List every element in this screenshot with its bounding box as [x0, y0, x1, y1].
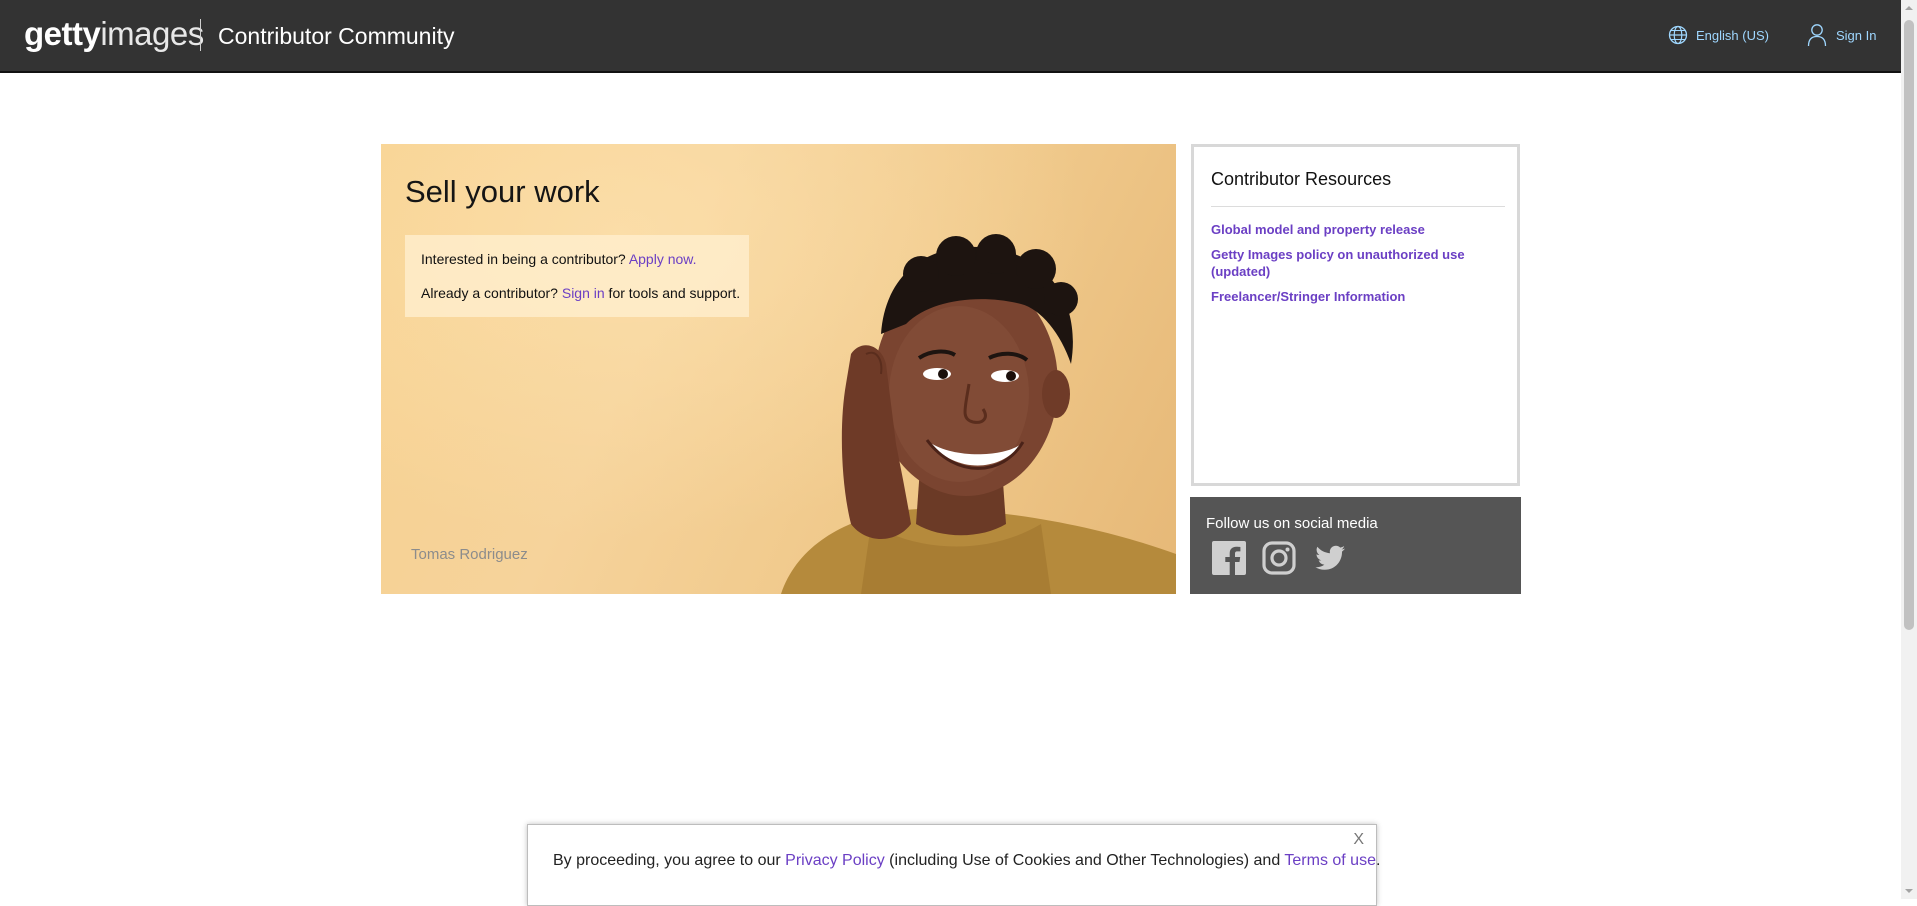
hero-title: Sell your work [405, 174, 600, 209]
resource-link-freelancer-info[interactable]: Freelancer/Stringer Information [1211, 288, 1481, 305]
apply-now-link[interactable]: Apply now. [629, 251, 697, 267]
page-scrollbar[interactable] [1901, 0, 1917, 899]
social-media-panel: Follow us on social media [1190, 497, 1521, 594]
scroll-down-arrow-icon[interactable] [1901, 883, 1917, 899]
resource-link-model-release[interactable]: Global model and property release [1211, 221, 1481, 238]
hero-info-box: Interested in being a contributor? Apply… [405, 235, 749, 317]
cookie-consent-banner: X By proceeding, you agree to our Privac… [527, 824, 1380, 906]
terms-of-use-link[interactable]: Terms of use [1284, 852, 1376, 869]
cookie-text-after: . [1375, 852, 1381, 869]
header-sign-in-button[interactable]: Sign In [1807, 22, 1876, 48]
instagram-icon[interactable] [1262, 541, 1296, 575]
facebook-icon[interactable] [1212, 541, 1246, 575]
resource-link-unauthorized-use[interactable]: Getty Images policy on unauthorized use … [1211, 246, 1481, 280]
resources-divider [1211, 206, 1505, 207]
hero-sign-in-link[interactable]: Sign in [562, 285, 605, 301]
community-title[interactable]: Contributor Community [218, 19, 454, 53]
logo-getty-text: getty [24, 15, 101, 52]
scroll-up-arrow-icon[interactable] [1901, 0, 1917, 16]
top-navigation-bar: getty images Contributor Community Englis… [0, 0, 1901, 73]
resources-title: Contributor Resources [1211, 169, 1392, 189]
globe-icon [1668, 25, 1688, 45]
header-sign-in-label: Sign In [1836, 27, 1877, 43]
contributor-resources-panel: Contributor Resources Global model and p… [1191, 144, 1520, 486]
cookie-text-middle: (including Use of Cookies and Other Tech… [884, 852, 1285, 869]
privacy-policy-link[interactable]: Privacy Policy [785, 852, 885, 869]
signin-line: Already a contributor? Sign in for tools… [421, 285, 740, 301]
user-icon [1807, 24, 1827, 47]
signin-prompt-text: Already a contributor? [421, 285, 562, 301]
hero-banner: Sell your work Interested in being a con… [381, 144, 1176, 594]
apply-prompt-text: Interested in being a contributor? [421, 251, 629, 267]
language-label: English (US) [1696, 27, 1769, 43]
scrollbar-thumb[interactable] [1904, 20, 1914, 630]
close-cookie-banner-button[interactable]: X [1353, 831, 1364, 849]
logo-divider [200, 19, 201, 51]
hero-photo-person [781, 234, 1176, 594]
photo-credit: Tomas Rodriguez [411, 546, 528, 563]
twitter-icon[interactable] [1313, 541, 1347, 575]
social-title: Follow us on social media [1206, 515, 1378, 532]
cookie-consent-text: By proceeding, you agree to our Privacy … [553, 852, 1380, 870]
getty-images-logo[interactable]: getty images [24, 14, 204, 54]
language-selector[interactable]: English (US) [1668, 24, 1769, 46]
apply-line: Interested in being a contributor? Apply… [421, 251, 697, 267]
logo-images-text: images [100, 15, 204, 52]
signin-suffix-text: for tools and support. [604, 285, 741, 301]
cookie-text-before: By proceeding, you agree to our [553, 852, 786, 869]
